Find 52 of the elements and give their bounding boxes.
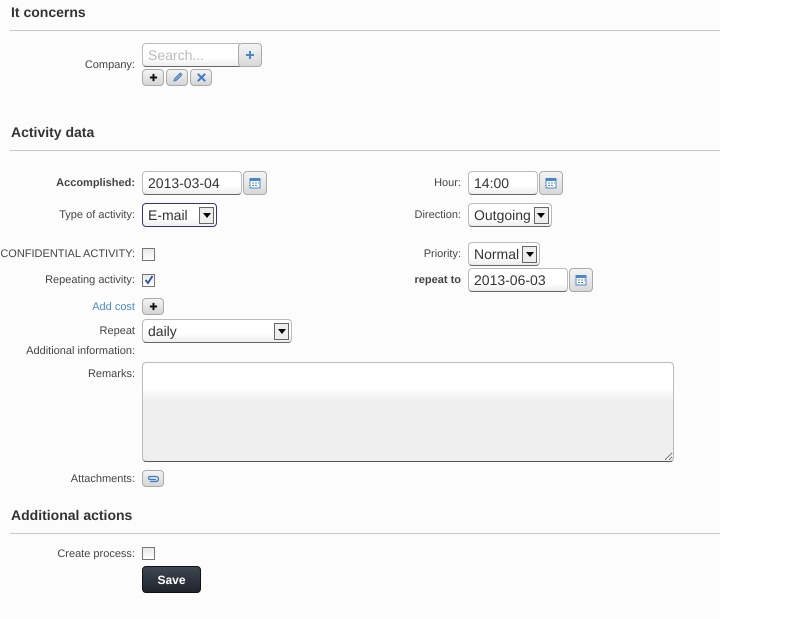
time-field[interactable]: 14:00: [468, 171, 538, 195]
caret-icon: [526, 252, 534, 256]
field-label: Type of activity:: [58, 209, 135, 221]
caret-icon: [278, 328, 286, 334]
section-heading: Additional actions: [11, 507, 134, 524]
priority-dropdown[interactable]: Normal: [468, 242, 540, 266]
section-heading: It concerns: [11, 4, 87, 21]
caret-icon: [202, 212, 210, 218]
field-label: Hour:: [433, 177, 461, 189]
field-label: Accomplished:: [55, 177, 135, 189]
calendar-button[interactable]: [569, 268, 593, 292]
field-label: Priority:: [422, 248, 461, 260]
plus-icon: [245, 50, 255, 60]
calendar-button[interactable]: [243, 171, 267, 195]
calendar-icon: [249, 177, 261, 189]
edit-button[interactable]: [166, 69, 188, 86]
field-label: Create process:: [56, 548, 135, 560]
activity-type-dropdown[interactable]: E-mail: [142, 203, 217, 227]
plus-icon: [148, 302, 158, 311]
field-label: repeat to: [414, 274, 461, 286]
calendar-icon: [575, 274, 587, 286]
checkbox[interactable]: [142, 248, 155, 260]
field-label: Company:: [84, 58, 135, 70]
checkbox[interactable]: [142, 274, 155, 286]
date-field[interactable]: 2013-06-03: [468, 268, 568, 292]
save-button[interactable]: Save: [142, 566, 201, 593]
direction-dropdown[interactable]: Outgoing: [468, 203, 552, 227]
field-label: Repeating activity:: [44, 274, 135, 286]
close-icon: [196, 72, 206, 83]
search-field[interactable]: Search...: [142, 43, 242, 67]
section-label: Additional information:: [25, 345, 135, 357]
field-label: CONFIDENTIAL ACTIVITY:: [0, 248, 135, 260]
field-label: Repeat: [98, 325, 135, 337]
add-button[interactable]: [142, 69, 164, 86]
checkbox[interactable]: [142, 547, 155, 560]
caret-icon: [537, 212, 546, 218]
delete-button[interactable]: [190, 69, 212, 86]
field-label: Attachments:: [70, 472, 135, 484]
paperclip-icon: [147, 474, 159, 482]
calendar-button[interactable]: [539, 171, 563, 195]
field-label: Direction:: [414, 209, 461, 221]
add-cost-link[interactable]: Add cost: [0, 300, 135, 312]
plus-icon: [148, 73, 158, 82]
remarks-field[interactable]: [142, 362, 674, 462]
attach-button[interactable]: [142, 470, 164, 487]
field-label: Remarks:: [86, 367, 135, 380]
add-button[interactable]: [142, 298, 164, 315]
section-heading: Activity data: [11, 124, 96, 141]
pencil-icon: [172, 72, 182, 83]
date-field[interactable]: 2013-03-04: [142, 171, 242, 195]
calendar-icon: [545, 177, 557, 189]
repeat-dropdown[interactable]: daily: [142, 319, 292, 343]
